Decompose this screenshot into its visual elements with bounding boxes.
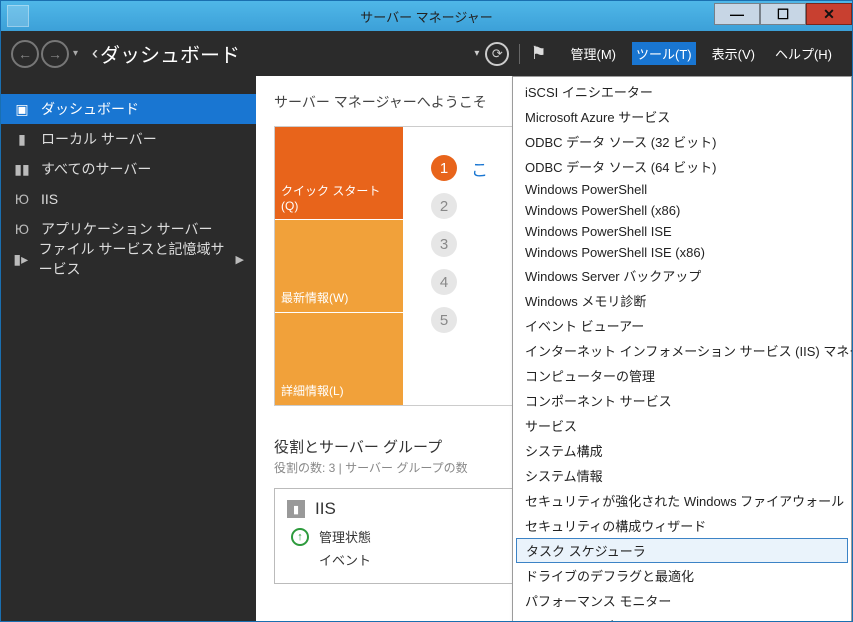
- tools-dropdown-menu: iSCSI イニシエーターMicrosoft Azure サービスODBC デー…: [512, 76, 852, 621]
- tools-menu-item[interactable]: イベント ビューアー: [513, 313, 851, 338]
- tools-menu-item[interactable]: Windows PowerShell ISE (x86): [513, 242, 851, 263]
- role-tile-iis[interactable]: ▮ IIS ↑ 管理状態 イベント: [274, 488, 524, 584]
- sidebar-item-iis[interactable]: Ю IIS: [1, 184, 256, 214]
- step-badge-4: 4: [431, 269, 457, 295]
- nav-item-icon: ▮: [13, 131, 31, 148]
- tools-menu-item[interactable]: Windows PowerShell: [513, 179, 851, 200]
- chevron-right-icon: ▶: [236, 253, 244, 266]
- breadcrumb-options-icon[interactable]: ▾: [474, 48, 479, 59]
- content-area: サーバー マネージャーへようこそ クイック スタート(Q) 最新情報(W) 詳細…: [256, 76, 852, 621]
- tile-whatsnew[interactable]: 最新情報(W): [275, 220, 403, 313]
- tools-menu-item[interactable]: ドライブのデフラグと最適化: [513, 563, 851, 588]
- nav-item-label: すべてのサーバー: [41, 159, 151, 179]
- tools-menu-item[interactable]: システム情報: [513, 463, 851, 488]
- step-badge-5: 5: [431, 307, 457, 333]
- tools-menu-item[interactable]: リソース モニター: [513, 613, 851, 621]
- window-title: サーバー マネージャー: [1, 7, 852, 26]
- history-dropdown-icon[interactable]: ▾: [73, 48, 78, 59]
- sidebar-item-file-storage[interactable]: ▮▸ファイル サービスと記憶域サービス▶: [1, 244, 256, 274]
- tools-menu-item[interactable]: コンピューターの管理: [513, 363, 851, 388]
- tools-menu-item[interactable]: システム構成: [513, 438, 851, 463]
- back-button[interactable]: ←: [11, 40, 39, 68]
- tools-menu-item[interactable]: iSCSI イニシエーター: [513, 79, 851, 104]
- tools-menu-item[interactable]: Microsoft Azure サービス: [513, 104, 851, 129]
- tools-menu-item[interactable]: Windows Server バックアップ: [513, 263, 851, 288]
- sidebar-item-local-server[interactable]: ▮ ローカル サーバー: [1, 124, 256, 154]
- divider: [519, 44, 520, 64]
- refresh-button[interactable]: ⟳: [485, 42, 509, 66]
- forward-button[interactable]: →: [41, 40, 69, 68]
- menu-tools[interactable]: ツール(T): [632, 42, 696, 65]
- role-manageability-row[interactable]: ↑ 管理状態: [291, 527, 511, 546]
- header-bar: ← → ▾ ‹‹ ダッシュボード ▾ ⟳ ⚑ 管理(M) ツール(T) 表示(V…: [1, 31, 852, 76]
- nav-item-icon: Ю: [13, 221, 31, 237]
- nav-item-label: ファイル サービスと記憶域サービス: [39, 239, 236, 279]
- tools-menu-item[interactable]: タスク スケジューラ: [516, 538, 848, 563]
- tools-menu-item[interactable]: サービス: [513, 413, 851, 438]
- nav-item-icon: ▮▮: [13, 161, 31, 178]
- nav-item-label: ローカル サーバー: [41, 129, 157, 149]
- tools-menu-item[interactable]: セキュリティが強化された Windows ファイアウォール: [513, 488, 851, 513]
- step-badge-2: 2: [431, 193, 457, 219]
- step-badge-3: 3: [431, 231, 457, 257]
- page-title: ダッシュボード: [100, 39, 240, 68]
- tools-menu-item[interactable]: Windows メモリ診断: [513, 288, 851, 313]
- tools-menu-item[interactable]: セキュリティの構成ウィザード: [513, 513, 851, 538]
- step-badge-1: 1: [431, 155, 457, 181]
- titlebar: サーバー マネージャー — ☐ ✕: [1, 1, 852, 31]
- role-manageability-label: 管理状態: [319, 527, 371, 546]
- tile-quickstart[interactable]: クイック スタート(Q): [275, 127, 403, 220]
- notifications-flag-icon[interactable]: ⚑: [530, 43, 546, 64]
- role-tile-title: IIS: [315, 499, 336, 519]
- tools-menu-item[interactable]: ODBC データ ソース (64 ビット): [513, 154, 851, 179]
- tile-learnmore[interactable]: 詳細情報(L): [275, 313, 403, 405]
- sidebar: ▣ ダッシュボード ▮ ローカル サーバー ▮▮ すべてのサーバー Ю IIS Ю アプリケーショ…: [1, 76, 256, 621]
- nav-item-icon: ▣: [13, 101, 31, 118]
- role-tile-header: ▮ IIS: [287, 499, 511, 519]
- role-events-row[interactable]: イベント: [319, 550, 511, 569]
- menu-manage[interactable]: 管理(M): [567, 42, 621, 65]
- main-area: ▣ ダッシュボード ▮ ローカル サーバー ▮▮ すべてのサーバー Ю IIS Ю アプリケーショ…: [1, 76, 852, 621]
- nav-item-label: アプリケーション サーバー: [41, 219, 212, 239]
- nav-item-label: IIS: [41, 191, 58, 207]
- status-up-icon: ↑: [291, 528, 309, 546]
- tools-menu-item[interactable]: Windows PowerShell ISE: [513, 221, 851, 242]
- tools-menu-item[interactable]: コンポーネント サービス: [513, 388, 851, 413]
- role-events-label: イベント: [319, 550, 371, 569]
- server-role-icon: ▮: [287, 500, 305, 518]
- nav-item-icon: Ю: [13, 191, 31, 207]
- nav-item-icon: ▮▸: [13, 251, 29, 268]
- tools-menu-item[interactable]: Windows PowerShell (x86): [513, 200, 851, 221]
- menu-help[interactable]: ヘルプ(H): [771, 42, 836, 65]
- tools-menu-item[interactable]: インターネット インフォメーション サービス (IIS) マネージャー: [513, 338, 851, 363]
- sidebar-item-dashboard[interactable]: ▣ ダッシュボード: [1, 94, 256, 124]
- sidebar-item-all-servers[interactable]: ▮▮ すべてのサーバー: [1, 154, 256, 184]
- menu-view[interactable]: 表示(V): [708, 42, 759, 65]
- tools-menu-item[interactable]: パフォーマンス モニター: [513, 588, 851, 613]
- tile-column: クイック スタート(Q) 最新情報(W) 詳細情報(L): [275, 127, 403, 405]
- step-1-text: こ: [471, 156, 488, 181]
- nav-item-label: ダッシュボード: [41, 99, 139, 119]
- tools-menu-item[interactable]: ODBC データ ソース (32 ビット): [513, 129, 851, 154]
